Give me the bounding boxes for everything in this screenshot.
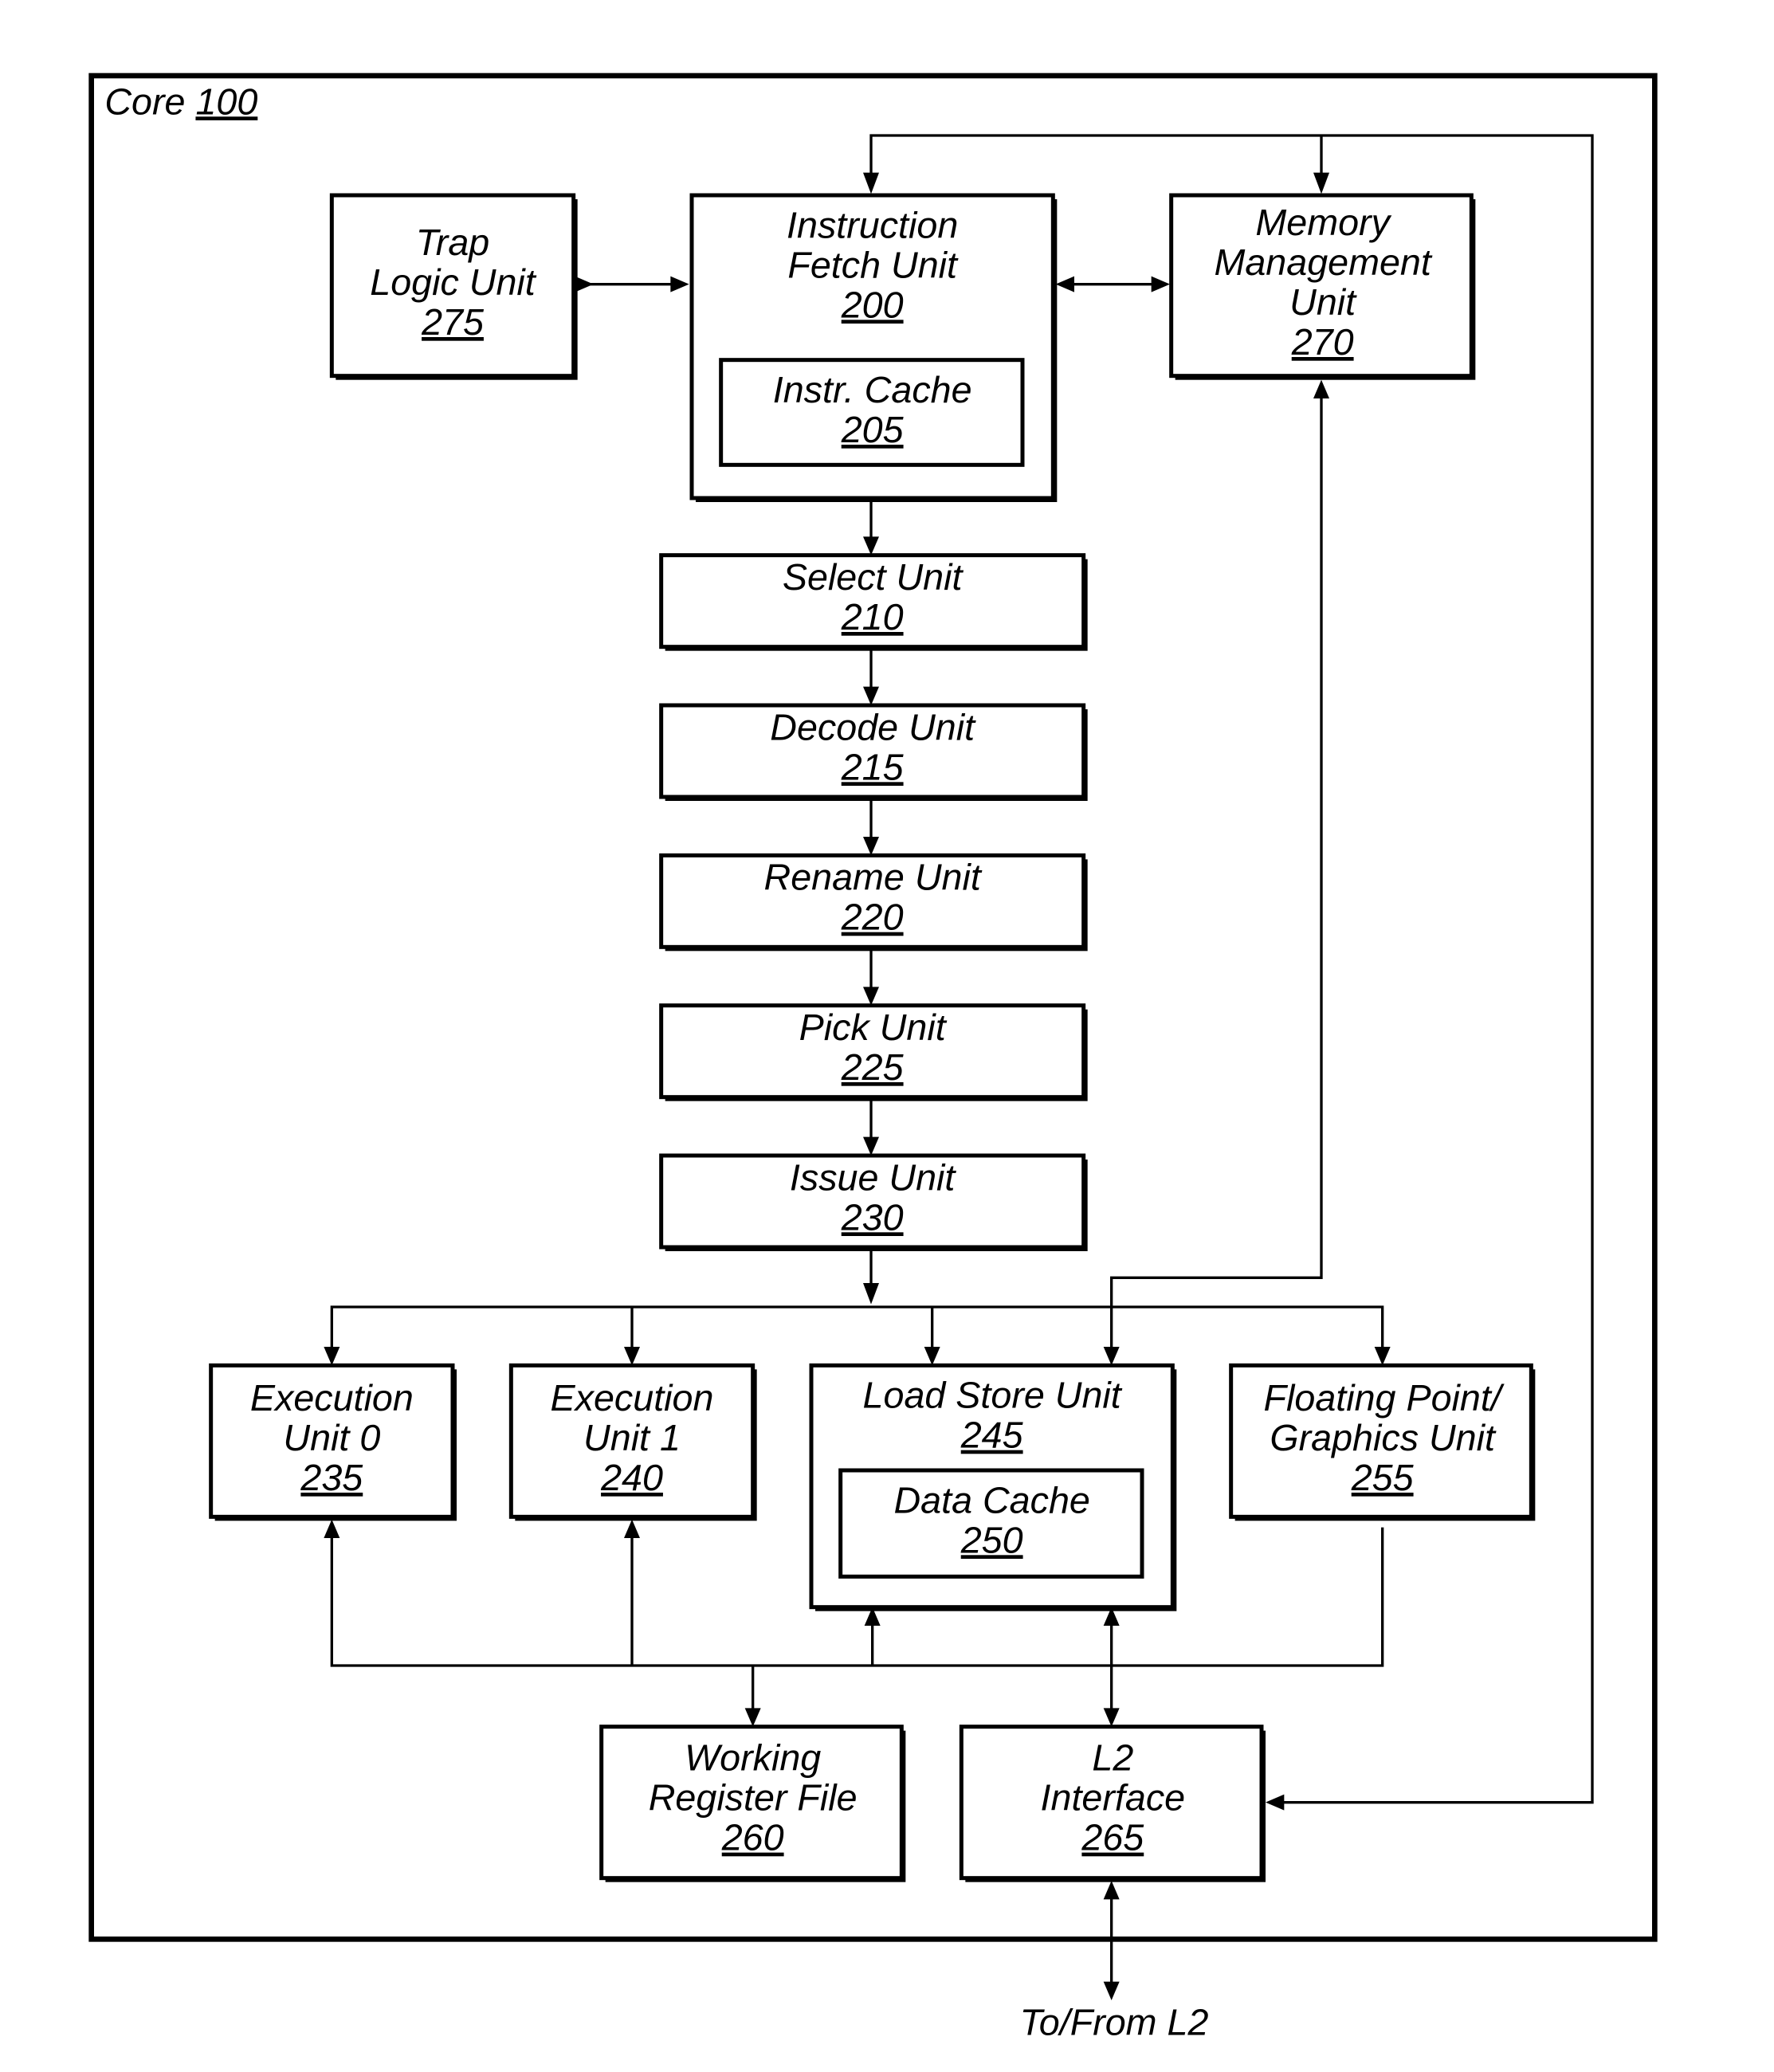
svg-text:235: 235 (300, 1457, 363, 1498)
svg-text:Execution: Execution (551, 1377, 714, 1419)
svg-text:Decode Unit: Decode Unit (770, 706, 976, 748)
svg-text:Unit 1: Unit 1 (583, 1417, 681, 1458)
svg-text:240: 240 (600, 1457, 663, 1498)
svg-text:Working: Working (685, 1737, 821, 1779)
core-block-diagram: Core 100 Trap Logic Unit 275 Instruction… (88, 73, 1658, 2043)
svg-text:Memory: Memory (1255, 202, 1391, 243)
working-register-file: Working Register File 260 (599, 1725, 906, 1882)
svg-text:225: 225 (841, 1046, 905, 1088)
svg-text:275: 275 (421, 301, 485, 343)
svg-text:210: 210 (841, 596, 904, 638)
svg-text:Interface: Interface (1041, 1777, 1186, 1819)
svg-text:Unit 0: Unit 0 (283, 1417, 380, 1458)
svg-text:245: 245 (960, 1415, 1024, 1456)
svg-text:Select Unit: Select Unit (783, 556, 964, 598)
svg-text:Trap: Trap (416, 222, 489, 263)
instruction-fetch-unit: Instruction Fetch Unit 200 Instr. Cache … (689, 193, 1058, 502)
svg-text:Unit: Unit (1289, 281, 1357, 323)
memory-management-unit: Memory Management Unit 270 (1169, 193, 1476, 380)
svg-text:Logic Unit: Logic Unit (370, 261, 537, 303)
svg-text:Management: Management (1214, 241, 1432, 283)
svg-text:Execution: Execution (250, 1377, 414, 1419)
svg-text:205: 205 (841, 409, 905, 450)
svg-text:L2: L2 (1092, 1737, 1133, 1779)
data-cache: Data Cache 250 (838, 1468, 1144, 1579)
load-store-unit: Load Store Unit 245 Data Cache 250 (809, 1363, 1177, 1611)
svg-text:250: 250 (960, 1519, 1023, 1560)
to-from-l2-label: To/From L2 (1020, 2001, 1209, 2043)
execution-unit-0: Execution Unit 0 235 (209, 1363, 457, 1521)
svg-text:230: 230 (841, 1196, 904, 1238)
rename-unit: Rename Unit 220 (659, 853, 1088, 952)
svg-text:260: 260 (721, 1817, 784, 1858)
trap-logic-unit: Trap Logic Unit 275 (329, 193, 578, 380)
svg-text:Fetch Unit: Fetch Unit (787, 244, 959, 285)
svg-text:265: 265 (1081, 1817, 1144, 1858)
core-label: Core 100 (104, 80, 257, 122)
svg-text:Register File: Register File (649, 1777, 858, 1819)
floating-point-graphics-unit: Floating Point/ Graphics Unit 255 (1229, 1363, 1536, 1521)
svg-text:215: 215 (841, 746, 905, 787)
svg-text:255: 255 (1351, 1457, 1415, 1498)
svg-text:270: 270 (1291, 321, 1354, 363)
instruction-cache: Instr. Cache 205 (719, 358, 1025, 467)
svg-text:Data Cache: Data Cache (893, 1479, 1089, 1521)
l2-interface: L2 Interface 265 (959, 1725, 1266, 1882)
svg-text:Graphics Unit: Graphics Unit (1270, 1417, 1497, 1458)
svg-text:220: 220 (841, 897, 904, 938)
decode-unit: Decode Unit 215 (659, 703, 1088, 801)
svg-text:Load Store Unit: Load Store Unit (863, 1375, 1123, 1416)
select-unit: Select Unit 210 (659, 553, 1088, 651)
svg-text:Floating Point/: Floating Point/ (1264, 1377, 1505, 1419)
svg-text:200: 200 (841, 284, 904, 325)
svg-text:Instruction: Instruction (787, 204, 958, 245)
svg-text:Pick Unit: Pick Unit (799, 1007, 948, 1048)
execution-unit-1: Execution Unit 1 240 (508, 1363, 757, 1521)
svg-text:Issue Unit: Issue Unit (790, 1156, 956, 1198)
svg-text:Rename Unit: Rename Unit (764, 857, 983, 898)
svg-text:Instr. Cache: Instr. Cache (773, 369, 972, 410)
pick-unit: Pick Unit 225 (659, 1003, 1088, 1101)
issue-unit: Issue Unit 230 (659, 1153, 1088, 1251)
